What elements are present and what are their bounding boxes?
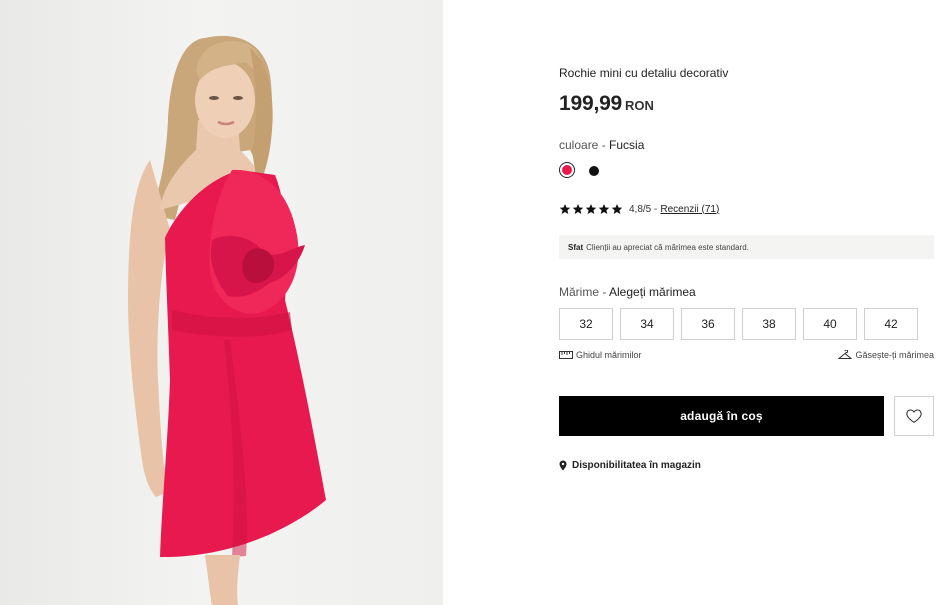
price-value: 199,99 — [559, 92, 623, 115]
star-icon — [559, 204, 571, 214]
size-tip: Sfat Clienții au apreciat că mărimea est… — [559, 235, 934, 259]
color-selected: Fucsia — [609, 138, 645, 152]
swatch-black[interactable] — [589, 166, 599, 176]
size-guide-label: Ghidul mărimilor — [576, 350, 642, 360]
size-option-40[interactable]: 40 — [803, 308, 857, 340]
add-to-cart-button[interactable]: adaugă în coș — [559, 396, 884, 436]
swatch-fucsia-dot — [562, 165, 572, 175]
size-label: Mărime - Alegeți mărimea — [559, 285, 696, 299]
tip-label: Sfat — [568, 242, 584, 252]
star-icon — [585, 204, 597, 214]
product-details-panel: Rochie mini cu detaliu decorativ 199,99 R… — [443, 0, 940, 605]
ruler-icon — [559, 351, 573, 359]
swatch-fucsia[interactable] — [559, 162, 575, 178]
size-option-32[interactable]: 32 — [559, 308, 613, 340]
color-label-prefix: culoare - — [559, 138, 610, 152]
model-photo-illustration — [128, 35, 326, 605]
tip-text: Clienții au apreciat că mărimea este sta… — [586, 242, 749, 252]
color-label: culoare - Fucsia — [559, 138, 644, 152]
find-size-link[interactable]: Găsește-ți mărimea — [838, 350, 934, 360]
size-prompt: Alegeți mărimea — [609, 285, 696, 299]
rating-stars — [559, 203, 623, 215]
find-size-label: Găsește-ți mărimea — [855, 350, 934, 360]
store-availability-link[interactable]: Disponibilitatea în magazin — [559, 460, 701, 471]
size-option-38[interactable]: 38 — [742, 308, 796, 340]
size-option-36[interactable]: 36 — [681, 308, 735, 340]
location-pin-icon — [559, 460, 567, 471]
size-option-42[interactable]: 42 — [864, 308, 918, 340]
heart-icon — [906, 409, 922, 423]
wishlist-button[interactable] — [894, 396, 934, 436]
rating: 4,8/5 - Recenzii (71) — [559, 203, 719, 215]
product-title: Rochie mini cu detaliu decorativ — [559, 66, 729, 80]
star-icon — [598, 204, 610, 214]
product-image[interactable] — [0, 0, 443, 605]
size-option-34[interactable]: 34 — [620, 308, 674, 340]
size-options: 32 34 36 38 40 42 — [559, 308, 918, 340]
size-label-prefix: Mărime - — [559, 285, 610, 299]
hanger-icon — [838, 350, 853, 359]
star-icon — [572, 204, 584, 214]
size-guide-link[interactable]: Ghidul mărimilor — [559, 350, 642, 360]
price: 199,99 RON — [559, 92, 654, 116]
rating-score: 4,8/5 - — [629, 203, 658, 215]
price-currency: RON — [625, 98, 654, 113]
store-availability-label: Disponibilitatea în magazin — [572, 460, 701, 471]
reviews-link[interactable]: Recenzii (71) — [660, 204, 719, 215]
star-icon — [611, 204, 623, 214]
